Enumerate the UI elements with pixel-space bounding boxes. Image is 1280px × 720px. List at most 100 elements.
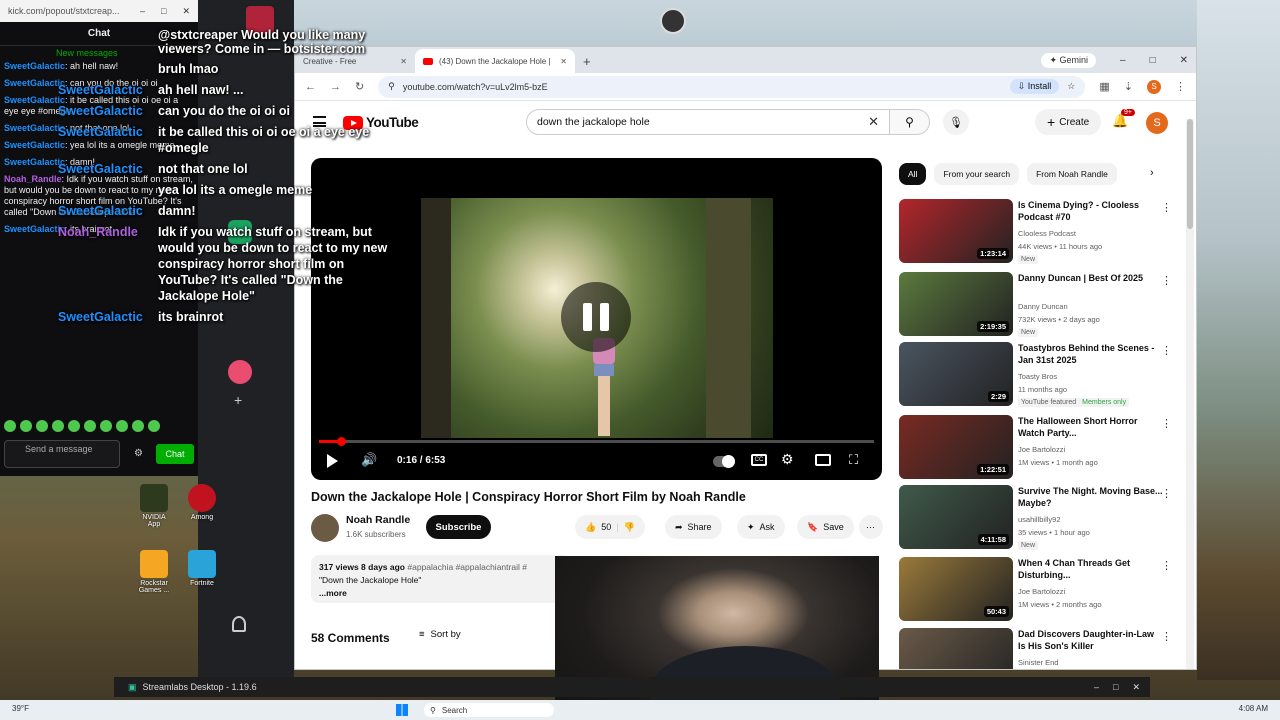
play-icon[interactable]	[327, 454, 338, 468]
more-options-icon[interactable]: ⋮	[1161, 487, 1172, 500]
progress-bar[interactable]	[319, 437, 874, 446]
recommended-video[interactable]: 4:11:58 Survive The Night. Moving Base...…	[899, 485, 1189, 551]
emote-icon[interactable]	[84, 420, 96, 432]
chat-username[interactable]: Noah_Randle	[4, 174, 62, 184]
recommended-video[interactable]: 50:43 When 4 Chan Threads Get Disturbing.…	[899, 557, 1189, 623]
add-icon[interactable]: +	[234, 392, 242, 408]
recommended-video[interactable]: 2:29 Toastybros Behind the Scenes - Jan 3…	[899, 342, 1189, 408]
send-message-input[interactable]: Send a message	[4, 440, 120, 468]
recommended-title[interactable]: Is Cinema Dying? - Clooless Podcast #70	[1018, 199, 1163, 223]
more-options-icon[interactable]: ⋮	[1161, 344, 1172, 357]
thumbs-down-icon[interactable]: 👎	[624, 522, 635, 533]
video-thumbnail[interactable]: 4:11:58	[899, 485, 1013, 549]
captions-icon[interactable]: CC	[751, 454, 767, 466]
create-button[interactable]: + Create	[1035, 109, 1102, 135]
hashtags[interactable]: #appalachia #appalachiantrail #	[407, 562, 527, 572]
maximize-icon[interactable]: □	[161, 6, 166, 17]
like-dislike-button[interactable]: 👍 50 | 👎	[575, 515, 645, 539]
recommended-channel[interactable]: Danny Duncan	[1018, 302, 1068, 311]
recommended-channel[interactable]: Toasty Bros	[1018, 372, 1057, 381]
chat-username[interactable]: SweetGalactic	[4, 140, 65, 150]
video-thumbnail[interactable]	[899, 628, 1013, 669]
video-player[interactable]: 🔊 0:16 / 6:53 CC ⚙ ⛶	[311, 158, 882, 480]
minimize-icon[interactable]: –	[1094, 682, 1099, 693]
minimize-icon[interactable]: –	[140, 6, 145, 17]
scrollbar[interactable]	[1186, 119, 1194, 669]
chevron-right-icon[interactable]: ›	[1150, 167, 1154, 179]
fortnite-shortcut[interactable]: Fortnite	[184, 550, 220, 587]
emote-icon[interactable]	[4, 420, 16, 432]
emote-icon[interactable]	[132, 420, 144, 432]
recommended-video[interactable]: 1:22:51 The Halloween Short Horror Watch …	[899, 415, 1189, 481]
gemini-button[interactable]: ✦ Gemini	[1041, 53, 1096, 68]
weather-widget[interactable]: 39°F	[12, 704, 29, 713]
camera-app-icon[interactable]	[660, 8, 686, 34]
close-tab-icon[interactable]: ✕	[560, 57, 567, 66]
recommended-video[interactable]: 2:19:35 Danny Duncan | Best Of 2025 Danny …	[899, 272, 1189, 338]
close-icon[interactable]: ✕	[1132, 682, 1140, 693]
chip-from-your-search[interactable]: From your search	[934, 163, 1020, 185]
more-options-icon[interactable]: ⋮	[1161, 630, 1172, 643]
tab-youtube-video[interactable]: (43) Down the Jackalope Hole | ✕	[415, 49, 575, 73]
browser-menu-icon[interactable]: ⋮	[1175, 80, 1186, 93]
ask-button[interactable]: ✦ Ask	[737, 515, 785, 539]
sort-comments-button[interactable]: ≡ Sort by	[419, 629, 461, 640]
video-thumbnail[interactable]: 2:29	[899, 342, 1013, 406]
save-button[interactable]: 🔖 Save	[797, 515, 854, 539]
search-button[interactable]: ⚲	[890, 109, 930, 135]
channel-avatar[interactable]	[311, 514, 339, 542]
system-clock[interactable]: 4:08 AM	[1239, 704, 1268, 713]
maximize-icon[interactable]: □	[1150, 55, 1156, 66]
recommended-channel[interactable]: usahillbilly92	[1018, 515, 1061, 524]
recommended-title[interactable]: Toastybros Behind the Scenes - Jan 31st …	[1018, 342, 1163, 366]
thumbs-up-icon[interactable]: 👍	[585, 522, 596, 533]
share-button[interactable]: ➦ Share	[665, 515, 722, 539]
video-thumbnail[interactable]: 2:19:35	[899, 272, 1013, 336]
channel-name[interactable]: Noah Randle	[346, 514, 410, 526]
voice-search-button[interactable]: 🎙	[943, 109, 969, 135]
maximize-icon[interactable]: □	[1113, 682, 1118, 693]
chat-send-button[interactable]: Chat	[156, 444, 194, 464]
recommended-channel[interactable]: Sinister End	[1018, 658, 1058, 667]
chat-username[interactable]: SweetGalactic	[4, 123, 65, 133]
fullscreen-icon[interactable]: ⛶	[849, 452, 858, 468]
chat-username[interactable]: SweetGalactic	[4, 224, 65, 234]
subscribe-button[interactable]: Subscribe	[426, 515, 491, 539]
chat-username[interactable]: SweetGalactic	[4, 95, 65, 105]
app-icon[interactable]	[228, 360, 252, 384]
video-thumbnail[interactable]: 1:22:51	[899, 415, 1013, 479]
recommended-title[interactable]: Survive The Night. Moving Base... Maybe?	[1018, 485, 1163, 509]
close-tab-icon[interactable]: ✕	[400, 57, 407, 66]
show-more-link[interactable]: ...more	[319, 587, 563, 600]
account-avatar[interactable]: S	[1146, 112, 1168, 134]
recommended-video[interactable]: 1:23:14 Is Cinema Dying? - Clooless Podca…	[899, 199, 1189, 265]
emote-icon[interactable]	[68, 420, 80, 432]
address-bar[interactable]: ⚲ youtube.com/watch?v=uLv2lm5-bzE ⇩ Inst…	[378, 75, 1086, 98]
description-box[interactable]: 317 views 8 days ago #appalachia #appala…	[311, 555, 571, 603]
scrollbar-thumb[interactable]	[1187, 119, 1193, 229]
chat-username[interactable]: SweetGalactic	[4, 157, 65, 167]
site-info-icon[interactable]: ⚲	[388, 81, 395, 92]
volume-icon[interactable]: 🔊	[361, 452, 377, 468]
recommended-title[interactable]: When 4 Chan Threads Get Disturbing...	[1018, 557, 1163, 581]
more-options-icon[interactable]: ⋮	[1161, 274, 1172, 287]
extensions-icon[interactable]: ▦	[1099, 80, 1109, 93]
emote-icon[interactable]	[20, 420, 32, 432]
chat-settings-icon[interactable]: ⚙	[134, 448, 143, 459]
close-icon[interactable]: ✕	[1180, 55, 1188, 66]
emote-icon[interactable]	[36, 420, 48, 432]
settings-gear-icon[interactable]: ⚙	[781, 451, 794, 468]
chat-username[interactable]: SweetGalactic	[4, 61, 65, 71]
emote-icon[interactable]	[52, 420, 64, 432]
among-us-shortcut[interactable]: Among	[184, 484, 220, 521]
chip-all[interactable]: All	[899, 163, 927, 185]
theater-mode-icon[interactable]	[815, 454, 831, 466]
bookmark-star-icon[interactable]: ☆	[1067, 81, 1075, 92]
install-button[interactable]: ⇩ Install	[1009, 79, 1060, 94]
recommended-title[interactable]: The Halloween Short Horror Watch Party..…	[1018, 415, 1163, 439]
search-input[interactable]: down the jackalope hole ✕	[526, 109, 890, 135]
downloads-icon[interactable]: ⇣	[1124, 80, 1133, 93]
more-actions-button[interactable]: ⋯	[859, 515, 883, 539]
recommended-channel[interactable]: Joe Bartolozzi	[1018, 587, 1065, 596]
recommended-title[interactable]: Danny Duncan | Best Of 2025	[1018, 272, 1163, 284]
